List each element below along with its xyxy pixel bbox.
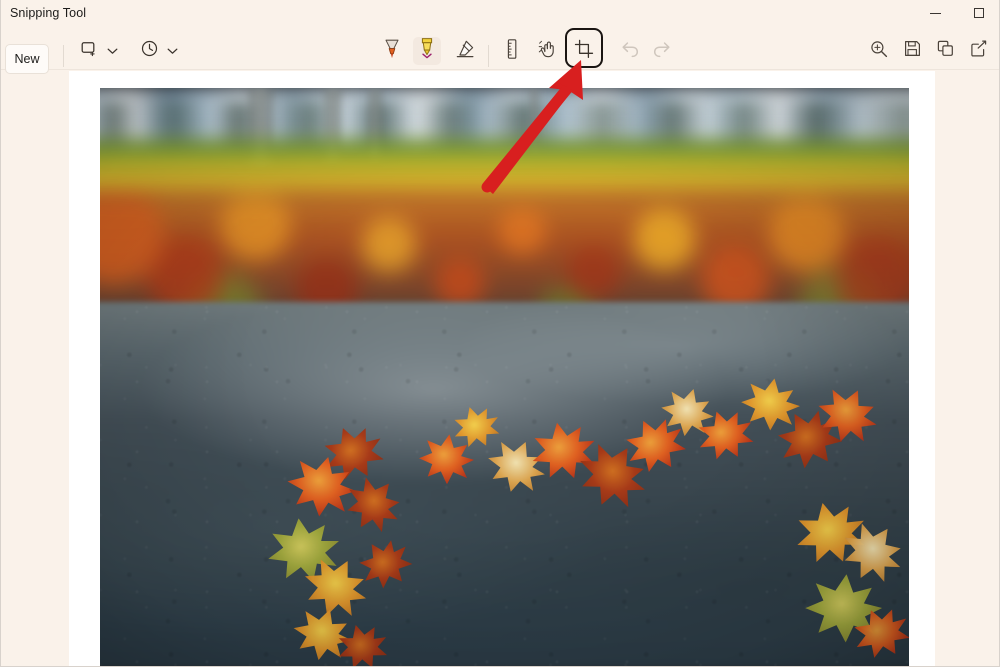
- chevron-down-icon: [167, 47, 178, 55]
- magnifier-plus-icon: [869, 39, 889, 64]
- minimize-icon: [929, 12, 941, 14]
- redo-icon: [652, 40, 672, 63]
- highlighter-button[interactable]: [413, 37, 441, 65]
- delay-timer-chevron[interactable]: [163, 37, 181, 65]
- zoom-button[interactable]: [865, 37, 893, 65]
- toolbar-divider-left: [63, 45, 64, 67]
- ruler-icon: [504, 38, 520, 65]
- chevron-down-icon: [107, 47, 118, 55]
- copy-button[interactable]: [931, 37, 959, 65]
- app-title: Snipping Tool: [10, 6, 87, 20]
- crop-button[interactable]: [570, 37, 598, 65]
- new-button-label: New: [14, 52, 40, 66]
- new-button[interactable]: New: [5, 44, 49, 74]
- ruler-button[interactable]: [498, 37, 526, 65]
- highlighter-color-chevron-icon: [422, 46, 432, 64]
- eraser-icon: [454, 38, 476, 65]
- redo-button[interactable]: [648, 37, 676, 65]
- minimize-button[interactable]: [913, 0, 957, 26]
- toolbar-divider-center: [488, 45, 489, 67]
- eraser-button[interactable]: [451, 37, 479, 65]
- canvas-area[interactable]: [69, 71, 935, 666]
- snipping-tool-window: Snipping Tool New: [0, 0, 1000, 667]
- save-button[interactable]: [898, 37, 926, 65]
- title-bar: Snipping Tool: [1, 0, 999, 26]
- maximize-icon: [974, 8, 984, 18]
- pen-icon: [381, 37, 403, 66]
- copy-icon: [936, 39, 955, 63]
- save-floppy-icon: [903, 39, 922, 63]
- snip-image[interactable]: [100, 88, 909, 666]
- touch-writing-icon: [537, 39, 559, 64]
- undo-button[interactable]: [616, 37, 644, 65]
- rectangle-snip-icon: [80, 40, 98, 63]
- photo-asphalt-grain: [100, 302, 909, 666]
- clock-icon: [140, 39, 159, 63]
- touch-writing-button[interactable]: [534, 37, 562, 65]
- snipping-mode-chevron[interactable]: [103, 37, 121, 65]
- snipping-mode-button[interactable]: [75, 37, 103, 65]
- maximize-button[interactable]: [957, 0, 999, 26]
- delay-timer-button[interactable]: [135, 37, 163, 65]
- share-icon: [969, 39, 988, 63]
- toolbar: New: [1, 26, 999, 74]
- share-button[interactable]: [964, 37, 992, 65]
- crop-icon: [574, 39, 594, 64]
- undo-icon: [620, 40, 640, 63]
- ballpoint-pen-button[interactable]: [378, 37, 406, 65]
- window-controls: [913, 0, 999, 26]
